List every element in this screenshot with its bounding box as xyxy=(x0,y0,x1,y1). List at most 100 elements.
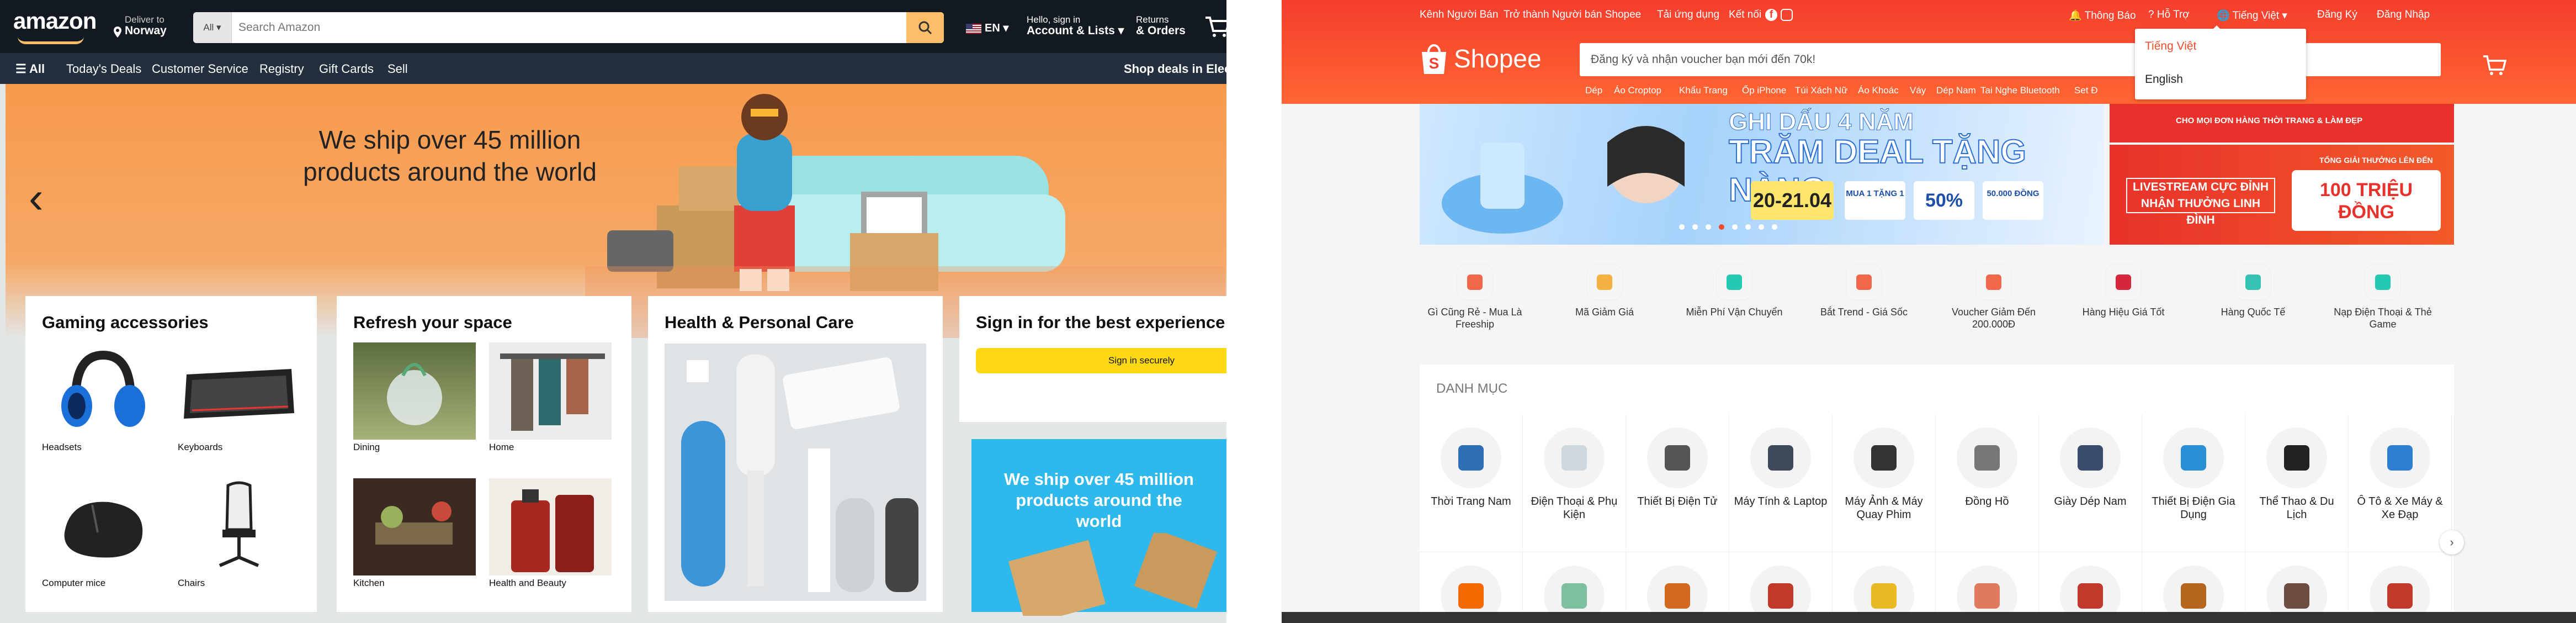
suggestion-item[interactable]: Dép xyxy=(1585,85,1602,96)
category-image xyxy=(1441,427,1501,488)
search-input[interactable]: Đăng ký và nhận voucher bạn mới đến 70k! xyxy=(1591,53,1815,66)
shopee-logo[interactable]: S Shopee xyxy=(1420,42,1542,75)
nav-all-menu[interactable]: ☰ All xyxy=(15,62,45,76)
suggestion-item[interactable]: Tai Nghe Bluetooth xyxy=(1980,85,2060,96)
suggestion-item[interactable]: Túi Xách Nữ xyxy=(1795,85,1847,96)
instagram-icon[interactable] xyxy=(1781,9,1793,21)
search-icon xyxy=(918,21,932,35)
carousel-dot[interactable] xyxy=(1745,224,1751,230)
tile-label: Dining xyxy=(353,442,380,452)
search-button[interactable] xyxy=(906,12,944,43)
category-item[interactable]: Thời Trang Nam xyxy=(1420,414,1523,552)
category-item[interactable]: Máy Tính & Laptop xyxy=(1729,414,1833,552)
carousel-dot-active[interactable] xyxy=(1719,224,1724,230)
tile-computer-mice[interactable]: Computer mice xyxy=(42,478,164,589)
category-label: Máy Tính & Laptop xyxy=(1734,495,1828,508)
nav-sell[interactable]: Sell xyxy=(387,62,408,76)
tile-dining[interactable]: Dining xyxy=(353,342,476,453)
gaming-accessories-card[interactable]: Gaming accessories Headsets Keyboards Co… xyxy=(25,296,317,612)
help-link[interactable]: ? Hỗ Trợ xyxy=(2148,9,2190,21)
banner-badge-2: 50% xyxy=(1914,181,1974,220)
language-option-vietnamese[interactable]: Tiếng Việt xyxy=(2145,40,2196,53)
search-category-select[interactable]: All ▾ xyxy=(193,12,232,43)
quick-link-icon xyxy=(2365,264,2401,300)
tile-health-and-beauty[interactable]: Health and Beauty xyxy=(489,478,612,589)
suggestion-item[interactable]: Váy xyxy=(1910,85,1926,96)
quick-link-item[interactable]: Miễn Phí Vận Chuyển xyxy=(1679,264,1789,318)
carousel-prev-arrow[interactable]: ‹ xyxy=(29,172,44,223)
category-image xyxy=(2163,427,2224,488)
deliver-to[interactable]: Deliver to Norway xyxy=(125,14,167,36)
divider xyxy=(1226,0,1282,623)
carousel-dot[interactable] xyxy=(1772,224,1777,230)
suggestion-item[interactable]: Set Đ xyxy=(2074,85,2098,96)
quick-link-item[interactable]: Nạp Điện Thoại & Thẻ Game xyxy=(2328,264,2438,330)
tile-keyboards[interactable]: Keyboards xyxy=(178,342,300,453)
register-link[interactable]: Đăng Ký xyxy=(2317,9,2357,21)
quick-link-item[interactable]: Voucher Giảm Đến 200.000Đ xyxy=(1938,264,2049,330)
language-selector[interactable]: EN ▾ xyxy=(966,21,1008,35)
cart-icon[interactable] xyxy=(1203,12,1226,40)
category-item[interactable]: Đồng Hồ xyxy=(1936,414,2039,552)
category-item[interactable]: Máy Ảnh & Máy Quay Phim xyxy=(1833,414,1936,552)
ship-worldwide-ad[interactable]: We ship over 45 million products around … xyxy=(971,439,1226,616)
main-banner[interactable]: GHI DẤU 4 NĂM TRĂM DEAL TẶNG NÀNG 20-21.… xyxy=(1420,104,2104,245)
health-personal-care-card[interactable]: Health & Personal Care xyxy=(648,296,943,612)
tile-chairs[interactable]: Chairs xyxy=(178,478,300,589)
nav-todays-deals[interactable]: Today's Deals xyxy=(66,62,141,76)
refresh-your-space-card[interactable]: Refresh your space Dining Home Kitchen H… xyxy=(337,296,631,612)
carousel-dot[interactable] xyxy=(1732,224,1738,230)
account-menu[interactable]: Hello, sign in Account & Lists ▾ xyxy=(1027,14,1124,36)
quick-link-item[interactable]: Bắt Trend - Giá Sốc xyxy=(1809,264,1919,318)
download-app-link[interactable]: Tải ứng dụng xyxy=(1657,9,1719,21)
quick-link-item[interactable]: Gì Cũng Rẻ - Mua Là Freeship xyxy=(1420,264,1530,330)
category-item[interactable]: Thiết Bị Điện Gia Dụng xyxy=(2142,414,2245,552)
suggestion-item[interactable]: Ốp iPhone xyxy=(1742,85,1786,96)
quick-link-item[interactable]: Hàng Quốc Tế xyxy=(2198,264,2308,318)
language-switcher[interactable]: 🌐 Tiếng Việt ▾ xyxy=(2217,9,2287,22)
suggestion-item[interactable]: Áo Croptop xyxy=(1614,85,1661,96)
nav-registry[interactable]: Registry xyxy=(259,62,304,76)
facebook-icon[interactable]: f xyxy=(1765,9,1777,21)
tile-label: Chairs xyxy=(178,578,205,588)
tile-kitchen[interactable]: Kitchen xyxy=(353,478,476,589)
category-item[interactable]: Thể Thao & Du Lịch xyxy=(2245,414,2349,552)
notifications-link[interactable]: 🔔 Thông Báo xyxy=(2069,9,2136,22)
become-seller-link[interactable]: Trở thành Người bán Shopee xyxy=(1504,9,1641,21)
category-item[interactable]: Giày Dép Nam xyxy=(2039,414,2142,552)
carousel-dot[interactable] xyxy=(1679,224,1685,230)
tile-headsets[interactable]: Headsets xyxy=(42,342,164,453)
nav-gift-cards[interactable]: Gift Cards xyxy=(319,62,374,76)
category-next-button[interactable]: › xyxy=(2440,530,2464,555)
tile-label: Kitchen xyxy=(353,578,385,588)
side-banner-top[interactable]: CHO MỌI ĐƠN HÀNG THỜI TRANG & LÀM ĐẸP xyxy=(2110,104,2454,142)
quick-link-item[interactable]: Mã Giảm Giá xyxy=(1549,264,1660,318)
tile-home[interactable]: Home xyxy=(489,342,612,453)
carousel-dot[interactable] xyxy=(1706,224,1711,230)
quick-link-item[interactable]: Hàng Hiệu Giá Tốt xyxy=(2068,264,2179,318)
carousel-dot[interactable] xyxy=(1692,224,1698,230)
amazon-logo[interactable]: amazon xyxy=(13,8,97,44)
search-input[interactable]: Search Amazon xyxy=(238,12,320,43)
card-title: Health & Personal Care xyxy=(665,313,854,332)
nav-customer-service[interactable]: Customer Service xyxy=(152,62,248,76)
suggestion-item[interactable]: Khẩu Trang xyxy=(1679,85,1728,96)
nav-shop-deals[interactable]: Shop deals in Electronics xyxy=(1124,62,1226,76)
seller-channel-link[interactable]: Kênh Người Bán xyxy=(1420,9,1498,21)
category-item[interactable]: Điện Thoại & Phụ Kiện xyxy=(1523,414,1626,552)
shopee-cart-icon[interactable] xyxy=(2482,54,2506,76)
sign-in-securely-button[interactable]: Sign in securely xyxy=(976,348,1226,373)
category-item[interactable]: Thiết Bị Điện Tử xyxy=(1626,414,1729,552)
carousel-dot[interactable] xyxy=(1759,224,1764,230)
side-banner-livestream[interactable]: LIVESTREAM CỰC ĐỈNH NHẬN THƯỞNG LINH ĐÌN… xyxy=(2110,145,2454,245)
language-option-english[interactable]: English xyxy=(2145,73,2183,86)
tile-label: Health and Beauty xyxy=(489,578,566,588)
returns-orders[interactable]: Returns & Orders xyxy=(1136,14,1186,36)
category-item[interactable]: Ô Tô & Xe Máy & Xe Đạp xyxy=(2349,414,2452,552)
quick-link-label: Gì Cũng Rẻ - Mua Là Freeship xyxy=(1427,307,1522,330)
category-label: Ô Tô & Xe Máy & Xe Đạp xyxy=(2357,495,2443,521)
shopee-search-bar[interactable]: Đăng ký và nhận voucher bạn mới đến 70k! xyxy=(1580,43,2441,76)
suggestion-item[interactable]: Dép Nam xyxy=(1936,85,1976,96)
login-link[interactable]: Đăng Nhập xyxy=(2377,9,2430,21)
suggestion-item[interactable]: Áo Khoác xyxy=(1858,85,1899,96)
